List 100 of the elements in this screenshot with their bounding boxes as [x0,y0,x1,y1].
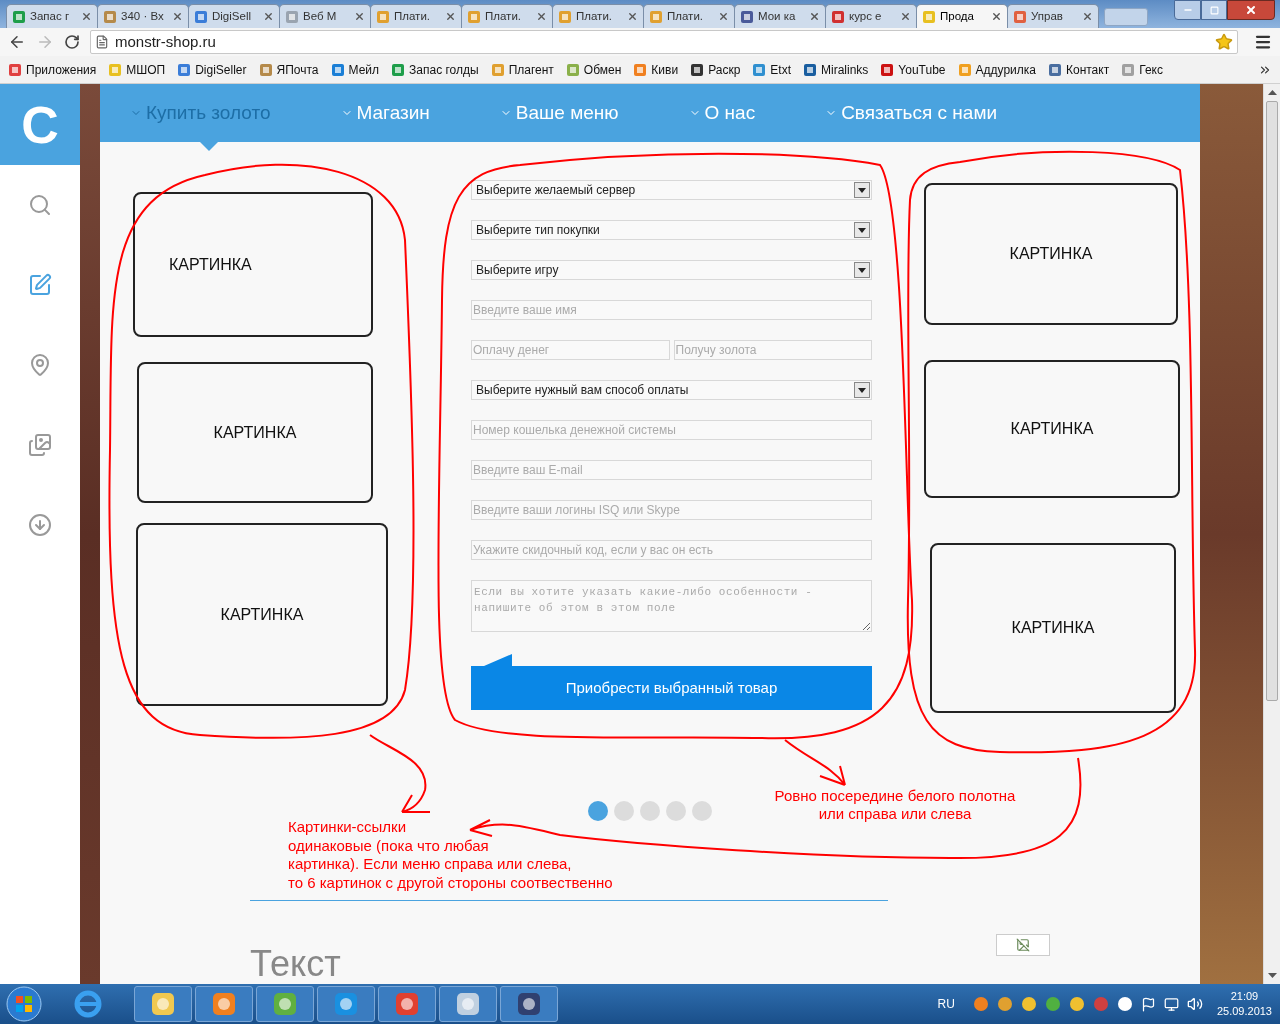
bookmark-item[interactable]: YouTube [880,60,946,79]
bookmark-item[interactable]: Miralinks [803,60,869,79]
minimize-button[interactable] [1174,0,1201,20]
browser-tab[interactable]: 340 · Вх [97,4,189,28]
tab-title: Прода [940,8,975,24]
close-icon[interactable] [900,11,911,22]
taskbar-app-button[interactable] [378,986,436,1022]
image-placeholder-card[interactable]: КАРТИНКА [924,360,1180,498]
close-icon[interactable] [1082,11,1093,22]
back-icon[interactable] [8,33,26,51]
close-icon[interactable] [263,11,274,22]
taskbar-app-button[interactable] [500,986,558,1022]
language-indicator[interactable]: RU [937,995,955,1013]
tray-icon[interactable] [1068,996,1085,1012]
close-icon[interactable] [81,11,92,22]
scroll-up-icon[interactable] [1267,90,1277,95]
close-icon[interactable] [627,11,638,22]
bookmark-item[interactable]: МШОП [108,60,166,79]
close-icon[interactable] [445,11,456,22]
edit-icon[interactable] [28,273,52,297]
input-field[interactable]: Оплачу денег [471,340,670,360]
image-placeholder-card[interactable]: КАРТИНКА [137,362,373,503]
favicon-icon [8,62,22,77]
browser-tab[interactable]: Управ [1007,4,1099,28]
dropdown[interactable]: Выберите игру [471,260,872,280]
address-bar[interactable]: monstr-shop.ru [90,30,1238,54]
bookmark-item[interactable]: Гекс [1121,60,1163,79]
browser-tab[interactable]: Веб М [279,4,371,28]
input-field[interactable]: Получу золота [673,340,872,360]
bookmark-item[interactable]: DigiSeller [177,60,247,79]
search-icon[interactable] [28,193,52,217]
close-icon[interactable] [718,11,729,22]
taskbar-app-button[interactable] [256,986,314,1022]
close-icon[interactable] [354,11,365,22]
input-field[interactable]: Введите ваши логины ISQ или Skype [471,500,872,520]
bookmark-item[interactable]: ЯПочта [258,60,319,79]
flag-icon[interactable] [1140,996,1156,1012]
bookmark-item[interactable]: Киви [633,60,679,79]
dropdown[interactable]: Выберите нужный вам способ оплаты [471,380,872,400]
tab-title: Веб М [303,8,338,24]
input-field[interactable]: Введите ваш E-mail [471,460,872,480]
close-icon[interactable] [809,11,820,22]
bookmark-item[interactable]: Обмен [565,60,622,79]
browser-tab[interactable]: Запас г [6,4,98,28]
image-placeholder-card[interactable]: КАРТИНКА [924,183,1178,325]
browser-tab[interactable]: Плати. [643,4,735,28]
maximize-icon [1209,5,1219,15]
network-icon[interactable] [1163,996,1179,1012]
bookmark-item[interactable]: Приложения [8,60,97,79]
image-placeholder-card[interactable]: КАРТИНКА [136,523,388,706]
bookmark-item[interactable]: Etxt [752,60,791,79]
scrollbar[interactable] [1263,84,1280,984]
taskbar-app-button[interactable] [134,986,192,1022]
favicon-icon [12,9,26,24]
scroll-down-icon[interactable] [1267,973,1277,978]
browser-tab[interactable]: Плати. [461,4,553,28]
taskbar-app-button[interactable] [195,986,253,1022]
scrollbar-thumb[interactable] [1266,101,1278,701]
dropdown[interactable]: Выберите тип покупки [471,220,872,240]
download-icon[interactable] [28,513,52,537]
image-placeholder-card[interactable]: КАРТИНКА [133,192,373,337]
volume-icon[interactable] [1186,996,1203,1012]
textarea-field[interactable]: Если вы хотите указать какие-либо особенности - напишите об этом в этом поле [471,580,872,632]
close-icon[interactable] [991,11,1002,22]
browser-tab[interactable]: Плати. [552,4,644,28]
close-icon[interactable] [172,11,183,22]
bookmark-item[interactable]: Запас голды [391,60,479,79]
browser-tab[interactable]: Плати. [370,4,462,28]
close-button[interactable] [1227,0,1275,20]
input-field[interactable]: Укажите скидочный код, если у вас он есть [471,540,872,560]
bookmark-item[interactable]: Раскр [690,60,741,79]
input-field[interactable]: Номер кошелька денежной системы [471,420,872,440]
gallery-icon[interactable] [28,433,52,457]
bookmark-item[interactable]: Плагент [490,60,554,79]
taskbar-app-button[interactable] [317,986,375,1022]
browser-tab[interactable]: курс е [825,4,917,28]
tray-icon[interactable] [996,996,1013,1012]
map-pin-icon[interactable] [28,353,52,377]
favicon-icon [740,9,754,24]
start-button-icon[interactable] [4,985,44,1023]
clock[interactable]: 21:09 25.09.2013 [1216,989,1272,1019]
menu-icon[interactable] [1254,33,1272,51]
browser-e-icon[interactable] [72,988,104,1020]
bookmark-item[interactable]: Аддурилка [957,60,1036,79]
reload-icon[interactable] [64,34,80,50]
close-icon[interactable] [536,11,547,22]
browser-tab[interactable]: DigiSell [188,4,280,28]
bookmark-item[interactable]: Мейл [330,60,380,79]
maximize-button[interactable] [1201,0,1227,20]
tray-icon[interactable] [1116,996,1133,1012]
bookmark-star-icon[interactable] [1215,33,1233,51]
close-icon [1245,4,1257,16]
tray-icon[interactable] [1020,996,1037,1012]
browser-tab[interactable]: Прода [916,4,1008,28]
input-field[interactable]: Введите ваше имя [471,300,872,320]
image-placeholder-card[interactable]: КАРТИНКА [930,543,1176,713]
browser-tab[interactable]: Мои ка [734,4,826,28]
bookmark-item[interactable]: Контакт [1047,60,1110,79]
taskbar-app-button[interactable] [439,986,497,1022]
dropdown[interactable]: Выберите желаемый сервер [471,180,872,200]
